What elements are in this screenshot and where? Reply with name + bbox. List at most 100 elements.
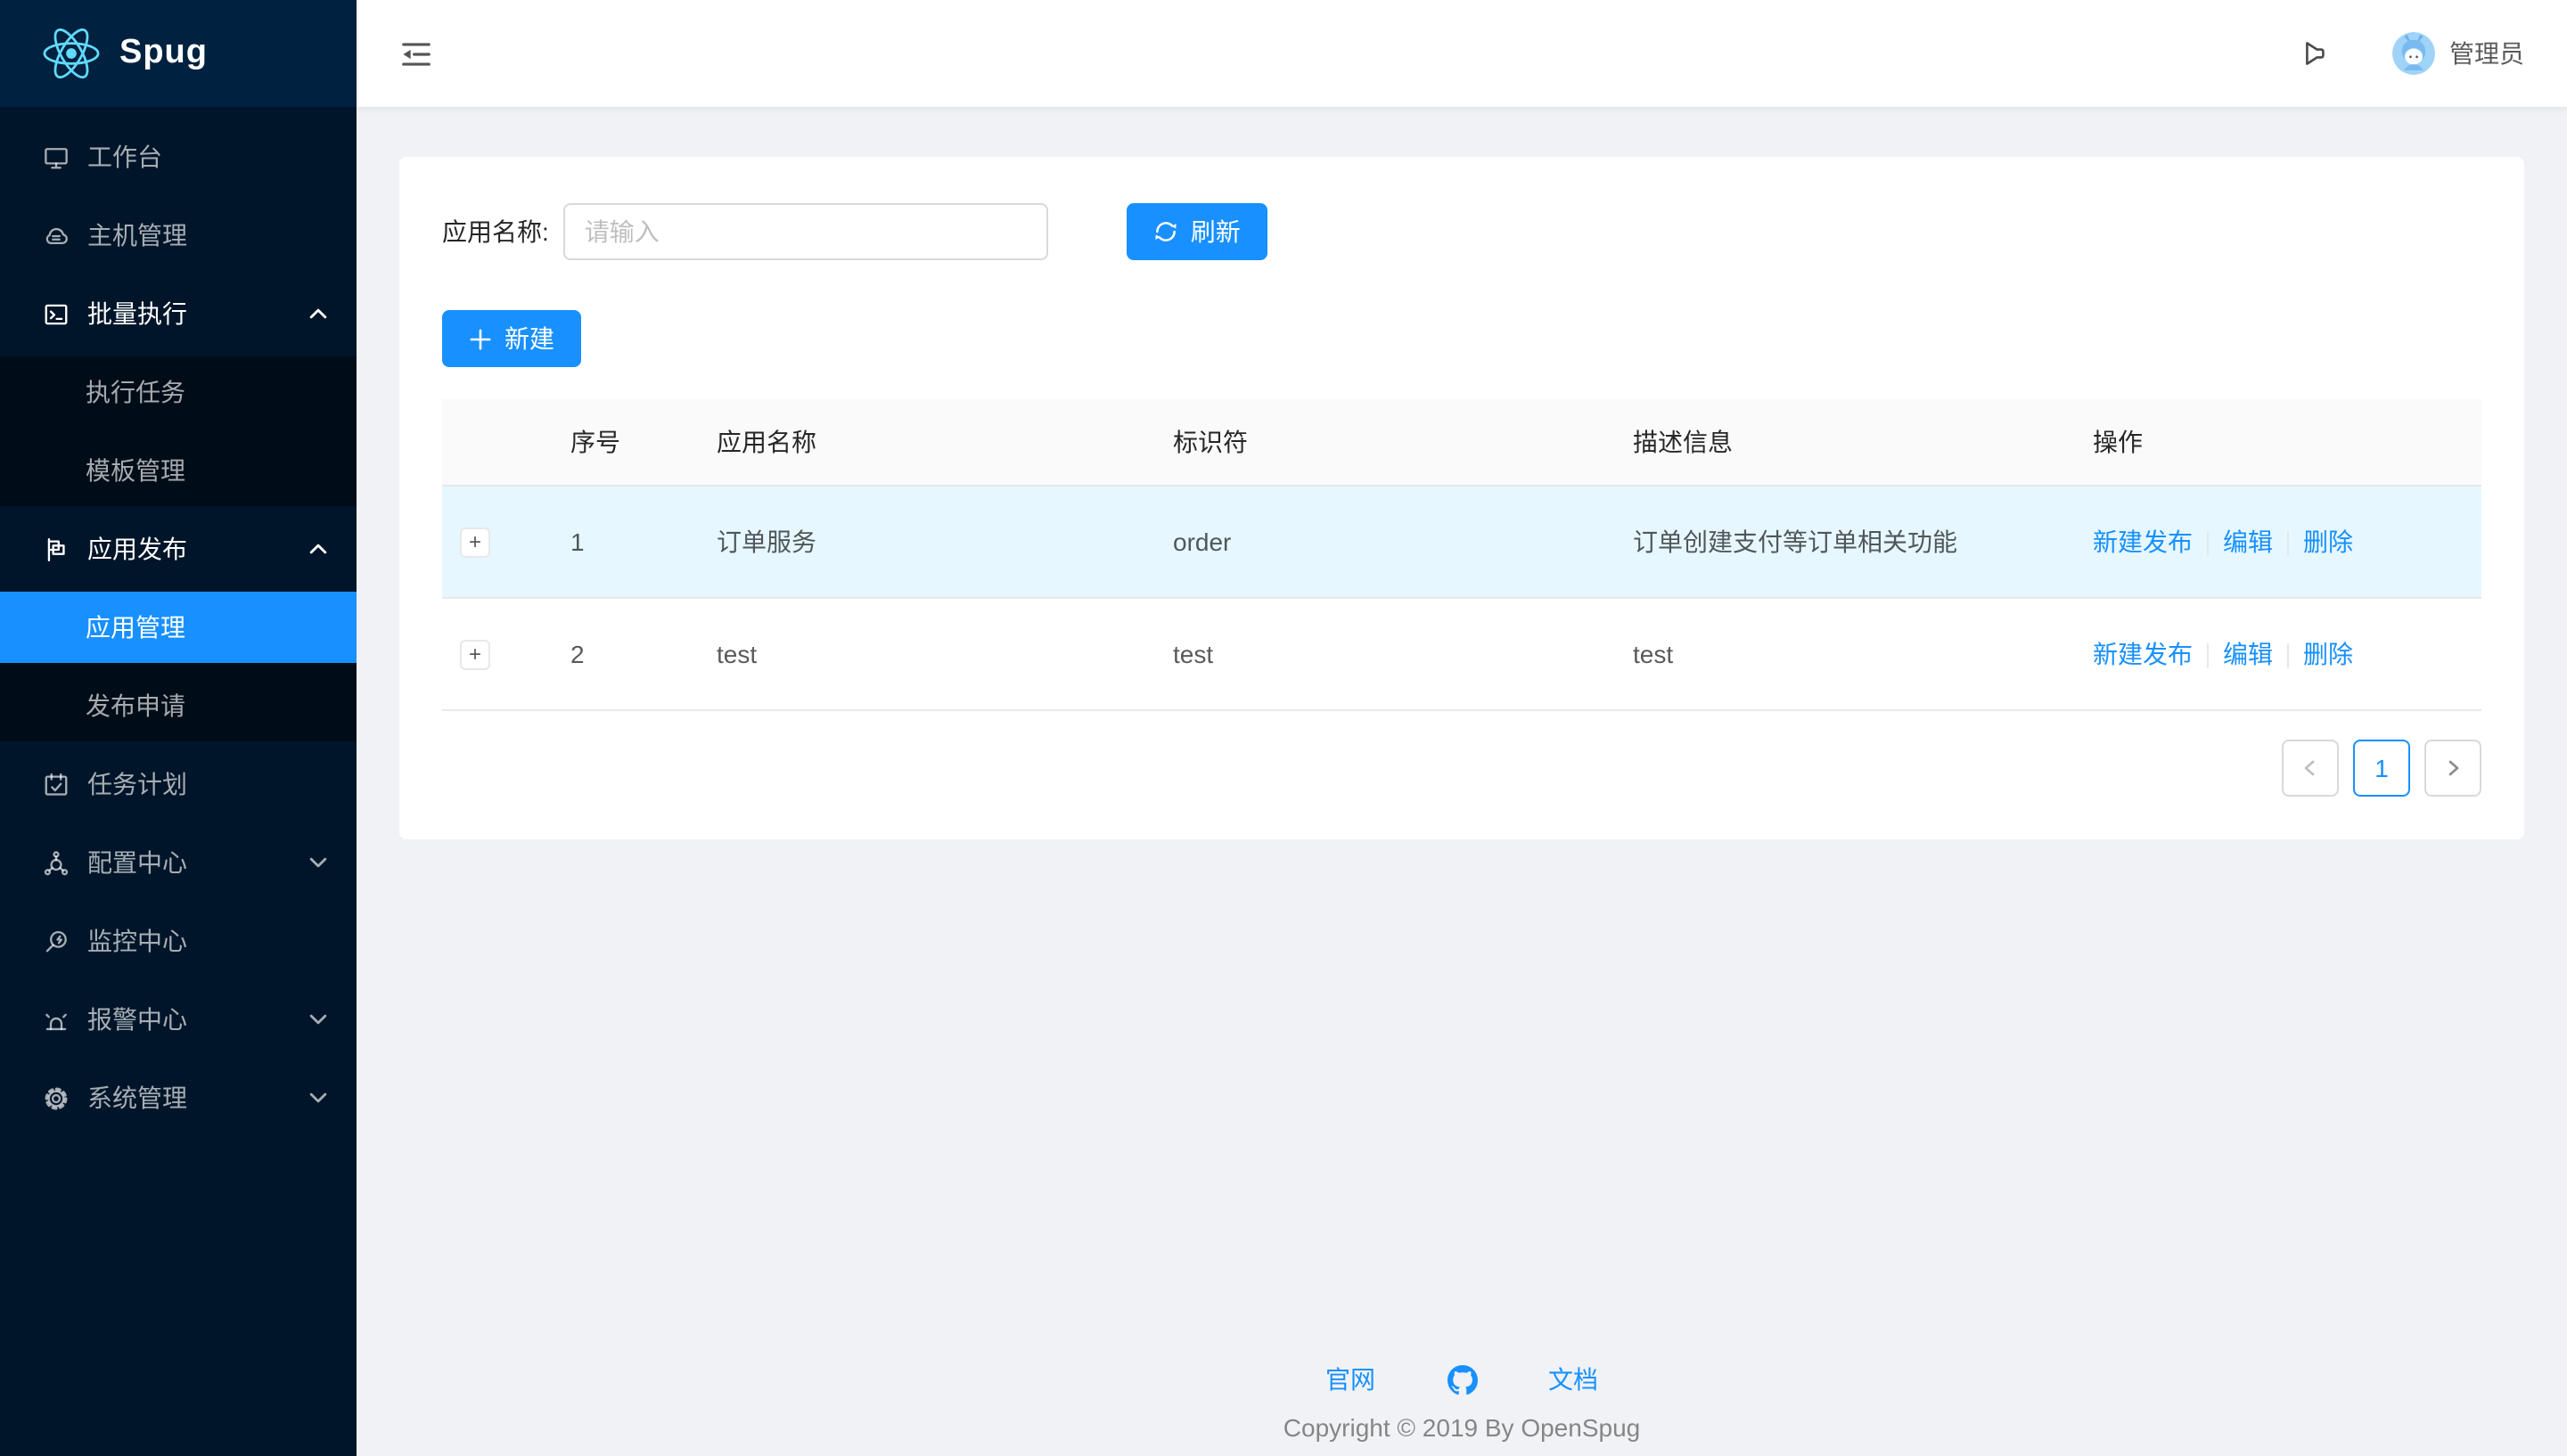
sidebar-item-monitor-center[interactable]: 监控中心 [0,905,357,977]
cell-name: 订单服务 [688,486,1144,598]
magnifier-icon [43,928,70,954]
copyright: Copyright © 2019 By OpenSpug [357,1413,2567,1442]
user-name: 管理员 [2449,36,2524,71]
column-header-key: 标识符 [1144,399,1604,486]
delete-link[interactable]: 删除 [2303,640,2353,668]
sidebar-item-exec-task[interactable]: 执行任务 [0,356,357,428]
brand-title: Spug [119,34,208,73]
cell-key: test [1144,598,1604,710]
sidebar-item-label: 系统管理 [87,1080,187,1116]
sidebar-item-system-mgmt[interactable]: 系统管理 [0,1062,357,1133]
app-list-card: 应用名称: 刷新 [399,157,2524,839]
sidebar-item-dashboard[interactable]: 工作台 [0,121,357,192]
sidebar-item-label: 报警中心 [87,1002,187,1037]
brand: Spug [0,0,357,107]
chevron-down-icon [308,855,328,870]
calendar-check-icon [43,771,70,798]
sidebar-menu: 工作台 主机管理 批量执行 执行任务 [0,107,357,1141]
sidebar-item-app-mgmt[interactable]: 应用管理 [0,592,357,663]
column-header-desc: 描述信息 [1604,399,2064,486]
pagination-next-button[interactable] [2424,740,2481,797]
official-site-link[interactable]: 官网 [1325,1362,1375,1397]
menu-fold-icon[interactable] [357,0,476,107]
sidebar: Spug 工作台 主机管理 批量执行 [0,0,357,1456]
cell-actions: 新建发布 编辑 删除 [2064,598,2481,710]
pagination-prev-button[interactable] [2282,740,2339,797]
app-name-input[interactable] [563,203,1048,260]
topbar-right: 管理员 [2268,0,2567,107]
table-row: + 2 test test test 新建发布 编辑 删除 [442,598,2481,710]
column-header-actions: 操作 [2064,399,2481,486]
divider [2287,532,2289,557]
create-button[interactable]: 新建 [442,310,581,367]
code-icon [43,300,70,327]
github-icon[interactable] [1447,1364,1477,1395]
content: 应用名称: 刷新 [399,157,2524,839]
footer: 官网 文档 Copyright © 2019 By OpenSpug [357,1362,2567,1456]
table-row: + 1 订单服务 order 订单创建支付等订单相关功能 新建发布编辑删除 [442,486,2481,598]
sidebar-item-app-deploy[interactable]: 应用发布 [0,513,357,585]
pagination-page-1[interactable]: 1 [2353,740,2410,797]
cell-desc: test [1604,598,2064,710]
expand-row-button[interactable]: + [460,639,490,669]
cell-actions: 新建发布 编辑 删除 [2064,486,2481,598]
sidebar-item-label: 应用管理 [86,609,185,645]
sidebar-item-label: 模板管理 [86,453,185,488]
sidebar-item-task-schedule[interactable]: 任务计划 [0,748,357,820]
chevron-down-icon [308,1091,328,1105]
sidebar-item-template-mgmt[interactable]: 模板管理 [0,435,357,506]
refresh-label: 刷新 [1191,214,1241,249]
user-menu[interactable]: 管理员 [2392,32,2524,75]
cell-index: 2 [542,598,688,710]
column-header-index: 序号 [542,399,688,486]
topbar: 管理员 [357,0,2567,107]
new-release-link[interactable]: 新建发布 [2093,528,2193,556]
edit-link[interactable]: 编辑 [2223,640,2273,668]
chevron-left-icon [2301,759,2319,777]
sidebar-item-hosts[interactable]: 主机管理 [0,200,357,271]
table-header-row: 序号 应用名称 标识符 描述信息 操作 [442,399,2481,486]
filter-row: 应用名称: 刷新 [442,203,2481,260]
cell-key: order [1144,486,1604,598]
sidebar-item-label: 任务计划 [87,766,187,802]
chevron-up-icon [308,307,328,321]
sidebar-item-config-center[interactable]: 配置中心 [0,827,357,898]
sidebar-item-label: 执行任务 [86,374,185,410]
cell-index: 1 [542,486,688,598]
sync-icon [1153,219,1178,244]
chevron-down-icon [308,1012,328,1027]
react-logo-icon [43,25,100,82]
cell-name: test [688,598,1144,710]
network-nodes-icon [43,849,70,876]
app-name-label: 应用名称: [442,214,549,249]
gear-icon [43,1084,70,1111]
sidebar-item-label: 监控中心 [87,923,187,959]
refresh-button[interactable]: 刷新 [1127,203,1267,260]
sidebar-item-alarm-center[interactable]: 报警中心 [0,984,357,1055]
submenu-batch-exec: 执行任务 模板管理 [0,356,357,506]
chevron-up-icon [308,542,328,556]
flag-icon [43,536,70,562]
app-table: 序号 应用名称 标识符 描述信息 操作 + 1 [442,399,2481,711]
expand-column-header [442,399,542,486]
sidebar-item-release-request[interactable]: 发布申请 [0,670,357,741]
sidebar-item-label: 主机管理 [87,217,187,253]
divider [2207,532,2209,557]
sidebar-item-label: 配置中心 [87,845,187,880]
desktop-icon [43,143,70,170]
edit-link[interactable]: 编辑 [2223,528,2273,556]
sidebar-item-batch-exec[interactable]: 批量执行 [0,278,357,349]
expand-row-button[interactable]: + [460,527,490,557]
cloud-server-icon [43,222,70,249]
divider [2287,644,2289,669]
sidebar-item-label: 批量执行 [87,296,187,331]
footer-links: 官网 文档 [357,1362,2567,1397]
main-area: 管理员 应用名称: [357,0,2567,1456]
delete-link[interactable]: 删除 [2303,528,2353,556]
sidebar-item-label: 应用发布 [87,531,187,567]
chevron-right-icon [2444,759,2462,777]
new-release-link[interactable]: 新建发布 [2093,640,2193,668]
megaphone-icon[interactable] [2268,0,2364,107]
divider [2207,644,2209,669]
docs-link[interactable]: 文档 [1548,1362,1598,1397]
